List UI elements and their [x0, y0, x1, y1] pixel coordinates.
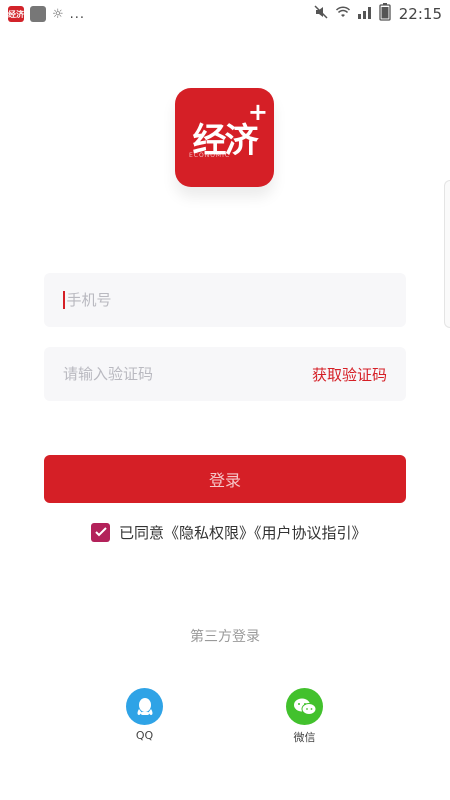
agreement-checkbox[interactable] — [91, 522, 110, 542]
status-left: 经济 ☼ ... — [8, 6, 85, 22]
qq-label: QQ — [135, 729, 154, 742]
app-badge-icon: 经济 — [8, 6, 24, 22]
wechat-login[interactable]: 微信 — [286, 688, 323, 745]
verification-code-input[interactable] — [63, 365, 283, 383]
wechat-icon[interactable] — [286, 688, 323, 725]
text-caret — [63, 291, 65, 309]
agreement-row: 已同意《隐私权限》《用户协议指引》 — [91, 520, 367, 544]
agreement-text[interactable]: 已同意《隐私权限》《用户协议指引》 — [119, 522, 367, 543]
phone-input[interactable] — [66, 291, 287, 309]
logo-plus-icon: + — [247, 98, 268, 126]
mute-icon — [313, 4, 329, 24]
edge-panel-handle[interactable] — [444, 180, 450, 328]
login-button[interactable]: 登录 — [44, 455, 406, 503]
status-overflow: ... — [69, 6, 86, 22]
qq-icon[interactable] — [126, 688, 163, 725]
weather-icon: ☼ — [52, 6, 64, 22]
check-icon — [94, 527, 107, 537]
qq-login[interactable]: QQ — [126, 688, 163, 742]
phone-field[interactable] — [44, 273, 406, 327]
status-bar: 经济 ☼ ... 22:15 — [0, 0, 450, 28]
signal-icon — [357, 4, 373, 24]
verification-code-field[interactable]: 获取验证码 — [44, 347, 406, 401]
app-badge-text: 经济 — [8, 9, 24, 19]
logo-subtext: ECONOMIC — [189, 152, 231, 159]
status-time: 22:15 — [398, 5, 442, 23]
notification-icon — [30, 6, 46, 22]
third-party-title: 第三方登录 — [190, 629, 260, 645]
app-logo: 经济 + ECONOMIC — [175, 88, 274, 187]
status-right: 22:15 — [313, 3, 442, 25]
battery-icon — [379, 3, 391, 25]
wifi-icon — [335, 4, 351, 24]
login-button-label: 登录 — [208, 471, 241, 490]
get-code-button[interactable]: 获取验证码 — [312, 364, 387, 385]
wechat-label: 微信 — [293, 731, 316, 744]
